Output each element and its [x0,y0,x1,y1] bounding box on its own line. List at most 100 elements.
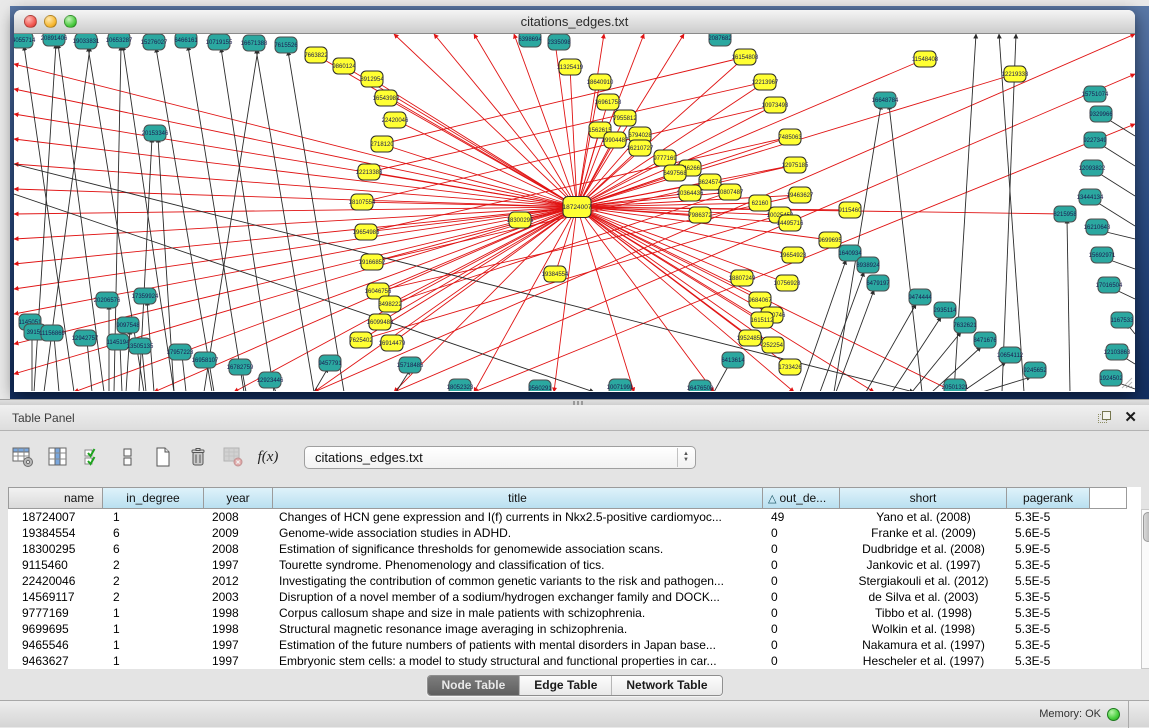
cell-short[interactable]: Wolkin et al. (1998) [840,621,1007,637]
network-edge[interactable] [820,272,864,391]
cell-year[interactable]: 1997 [204,653,273,669]
network-edge[interactable] [800,260,846,391]
new-table-icon[interactable] [150,444,176,470]
cell-name[interactable]: 9463627 [8,653,103,669]
network-node[interactable]: 16961758 [595,94,622,110]
network-node[interactable]: 11156869 [39,325,65,341]
network-node[interactable]: 9777169 [653,150,677,166]
cell-name[interactable]: 9115460 [8,557,103,573]
network-graph[interactable]: 1405571420891406190338311065328715276027… [14,34,1135,391]
network-edge[interactable] [14,207,577,344]
cell-in-degree[interactable]: 6 [103,525,204,541]
network-edge[interactable] [577,207,760,300]
network-edge[interactable] [87,341,92,391]
network-node[interactable]: 252254 [762,337,784,353]
network-node[interactable]: 6413614 [721,352,745,368]
network-node[interactable]: 17016504 [1096,277,1123,293]
network-edge[interactable] [14,207,577,289]
cell-pagerank[interactable]: 5.3E-5 [1007,653,1090,669]
cell-year[interactable]: 2012 [204,573,273,589]
cell-out-de-[interactable]: 0 [763,573,840,589]
network-node[interactable]: 16648784 [872,92,899,108]
network-node[interactable]: 1615112 [751,312,775,328]
cell-out-de-[interactable]: 0 [763,653,840,669]
cell-year[interactable]: 2009 [204,525,273,541]
network-node[interactable]: 18107554 [349,194,376,210]
cell-name[interactable]: 22420046 [8,573,103,589]
network-node[interactable]: 15751074 [1082,86,1109,102]
cell-in-degree[interactable]: 2 [103,573,204,589]
cell-year[interactable]: 1998 [204,621,273,637]
network-node[interactable]: 10973493 [762,97,789,113]
table-row[interactable]: 1456911722003Disruption of a novel membe… [8,589,1141,605]
network-node[interactable]: 7615526 [274,37,298,53]
cell-in-degree[interactable]: 2 [103,589,204,605]
network-node[interactable]: 3498222 [378,296,402,312]
network-node[interactable]: 2718120 [370,136,394,152]
cell-title[interactable]: Structural magnetic resonance image aver… [273,621,763,637]
network-edge[interactable] [369,82,765,172]
network-node[interactable]: 6466161 [174,34,198,48]
network-node-hub[interactable]: 18724007 [563,197,592,218]
network-node[interactable]: 16210727 [627,140,654,156]
cell-in-degree[interactable]: 1 [103,605,204,621]
cell-short[interactable]: Hescheler et al. (1997) [840,653,1007,669]
cell-year[interactable]: 2008 [204,509,273,525]
cell-out-de-[interactable]: 0 [763,557,840,573]
network-node[interactable]: 19166852 [359,254,386,270]
network-node[interactable]: 12103863 [1104,344,1131,360]
network-node[interactable]: 12923446 [257,372,284,388]
network-node[interactable]: 16476508 [687,380,714,391]
network-node[interactable]: 20206576 [94,292,121,308]
network-edge[interactable] [54,336,59,391]
table-row[interactable]: 1830029562008Estimation of significance … [8,541,1141,557]
network-edge[interactable] [14,89,577,207]
close-panel-icon[interactable]: ✕ [1124,411,1137,425]
network-node[interactable]: 6497568 [663,165,687,181]
cell-name[interactable]: 14569117 [8,589,103,605]
cell-short[interactable]: Stergiakouli et al. (2012) [840,573,1007,589]
resize-grip-icon[interactable] [1119,375,1133,389]
network-node[interactable]: 18807249 [729,270,756,286]
table-row[interactable]: 946362711997Embryonic stem cells: a mode… [8,653,1141,669]
select-rows-icon[interactable] [80,444,106,470]
zoom-window-button[interactable] [64,15,77,28]
cell-in-degree[interactable]: 1 [103,637,204,653]
network-edge[interactable] [14,207,577,214]
network-node[interactable]: 1167533 [1111,312,1135,328]
column-header-pagerank[interactable]: pagerank [1007,487,1090,509]
network-window-titlebar[interactable]: citations_edges.txt [14,10,1135,34]
cell-out-de-[interactable]: 49 [763,509,840,525]
table-column-icon[interactable] [45,444,71,470]
cell-pagerank[interactable]: 5.3E-5 [1007,605,1090,621]
network-node[interactable]: 18052323 [447,379,474,391]
close-window-button[interactable] [24,15,37,28]
network-node[interactable]: 6398694 [518,34,542,47]
column-header-short[interactable]: short [840,487,1007,509]
cell-pagerank[interactable]: 5.5E-5 [1007,573,1090,589]
network-node[interactable]: 19524851 [737,330,764,346]
column-header-year[interactable]: year [204,487,273,509]
cell-short[interactable]: Nakamura et al. (1997) [840,637,1007,653]
cell-title[interactable]: Investigating the contribution of common… [273,573,763,589]
network-edge[interactable] [892,317,941,391]
network-node[interactable]: 20891406 [41,34,68,46]
network-node[interactable]: 8938924 [856,257,880,273]
column-header-out-de-[interactable]: △out_de... [763,487,840,509]
network-node[interactable]: 16782759 [227,359,254,375]
network-node[interactable]: 19654923 [780,247,807,263]
network-node[interactable]: 19654985 [353,224,380,240]
network-edge[interactable] [889,105,922,391]
table-row[interactable]: 911546021997Tourette syndrome. Phenomeno… [8,557,1141,573]
network-node[interactable]: 22420046 [382,112,409,128]
cell-name[interactable]: 18724007 [8,509,103,525]
network-node[interactable]: 11548408 [912,51,939,67]
network-node[interactable]: 9474444 [908,289,932,305]
network-node[interactable]: 12213383 [356,164,383,180]
cell-in-degree[interactable]: 2 [103,557,204,573]
cell-name[interactable]: 9699695 [8,621,103,637]
cell-title[interactable]: Changes of HCN gene expression and I(f) … [273,509,763,525]
network-edge[interactable] [866,304,916,391]
network-edge[interactable] [372,207,577,262]
cell-title[interactable]: Disruption of a novel member of a sodium… [273,589,763,605]
